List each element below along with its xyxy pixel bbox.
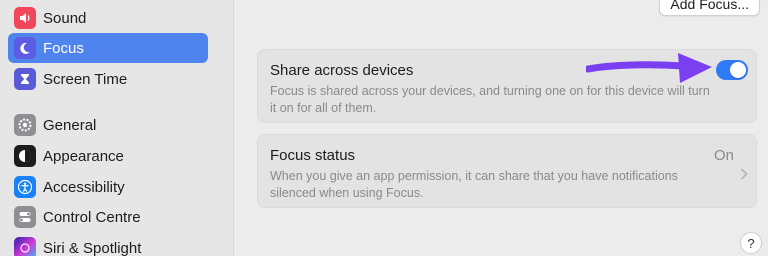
sidebar-item-appearance[interactable]: Appearance xyxy=(8,141,208,171)
accessibility-icon xyxy=(14,176,36,198)
focus-status-row[interactable]: Focus status When you give an app permis… xyxy=(257,134,757,208)
main-panel: Add Focus... Share across devices Focus … xyxy=(235,0,768,256)
siri-icon xyxy=(14,237,36,256)
sidebar-item-label: Focus xyxy=(43,39,84,57)
sidebar-item-label: Accessibility xyxy=(43,178,125,196)
sidebar-item-sound[interactable]: Sound xyxy=(8,3,208,33)
sidebar-item-focus[interactable]: Focus xyxy=(8,33,208,63)
focus-status-description: When you give an app permission, it can … xyxy=(270,169,678,200)
share-toggle[interactable] xyxy=(716,60,748,80)
chevron-right-icon xyxy=(740,167,748,185)
speaker-icon xyxy=(14,7,36,29)
sidebar-item-control-centre[interactable]: Control Centre xyxy=(8,202,208,232)
toggle-knob xyxy=(730,62,746,78)
focus-status-title: Focus status xyxy=(270,147,356,164)
sidebar-item-label: Sound xyxy=(43,9,87,27)
sidebar-item-general[interactable]: General xyxy=(8,110,208,140)
moon-icon xyxy=(14,37,36,59)
add-focus-button[interactable]: Add Focus... xyxy=(659,0,760,16)
hourglass-icon xyxy=(14,68,36,90)
sidebar: Sound Focus Screen Time General Appearan… xyxy=(0,0,234,256)
help-button[interactable]: ? xyxy=(740,232,762,254)
sidebar-item-label: Screen Time xyxy=(43,70,128,88)
toggles-icon xyxy=(14,206,36,228)
share-title: Share across devices xyxy=(270,62,414,79)
appearance-icon xyxy=(14,145,36,167)
sidebar-item-accessibility[interactable]: Accessibility xyxy=(8,172,208,202)
annotation-arrow-icon xyxy=(584,50,716,95)
sidebar-item-label: Control Centre xyxy=(43,208,141,226)
gear-icon xyxy=(14,114,36,136)
sidebar-item-screen-time[interactable]: Screen Time xyxy=(8,64,208,94)
sidebar-item-siri-spotlight[interactable]: Siri & Spotlight xyxy=(8,233,208,256)
sidebar-item-label: General xyxy=(43,116,97,134)
focus-status-value: On xyxy=(713,147,734,164)
sidebar-item-label: Appearance xyxy=(43,147,124,165)
sidebar-item-label: Siri & Spotlight xyxy=(43,239,142,256)
